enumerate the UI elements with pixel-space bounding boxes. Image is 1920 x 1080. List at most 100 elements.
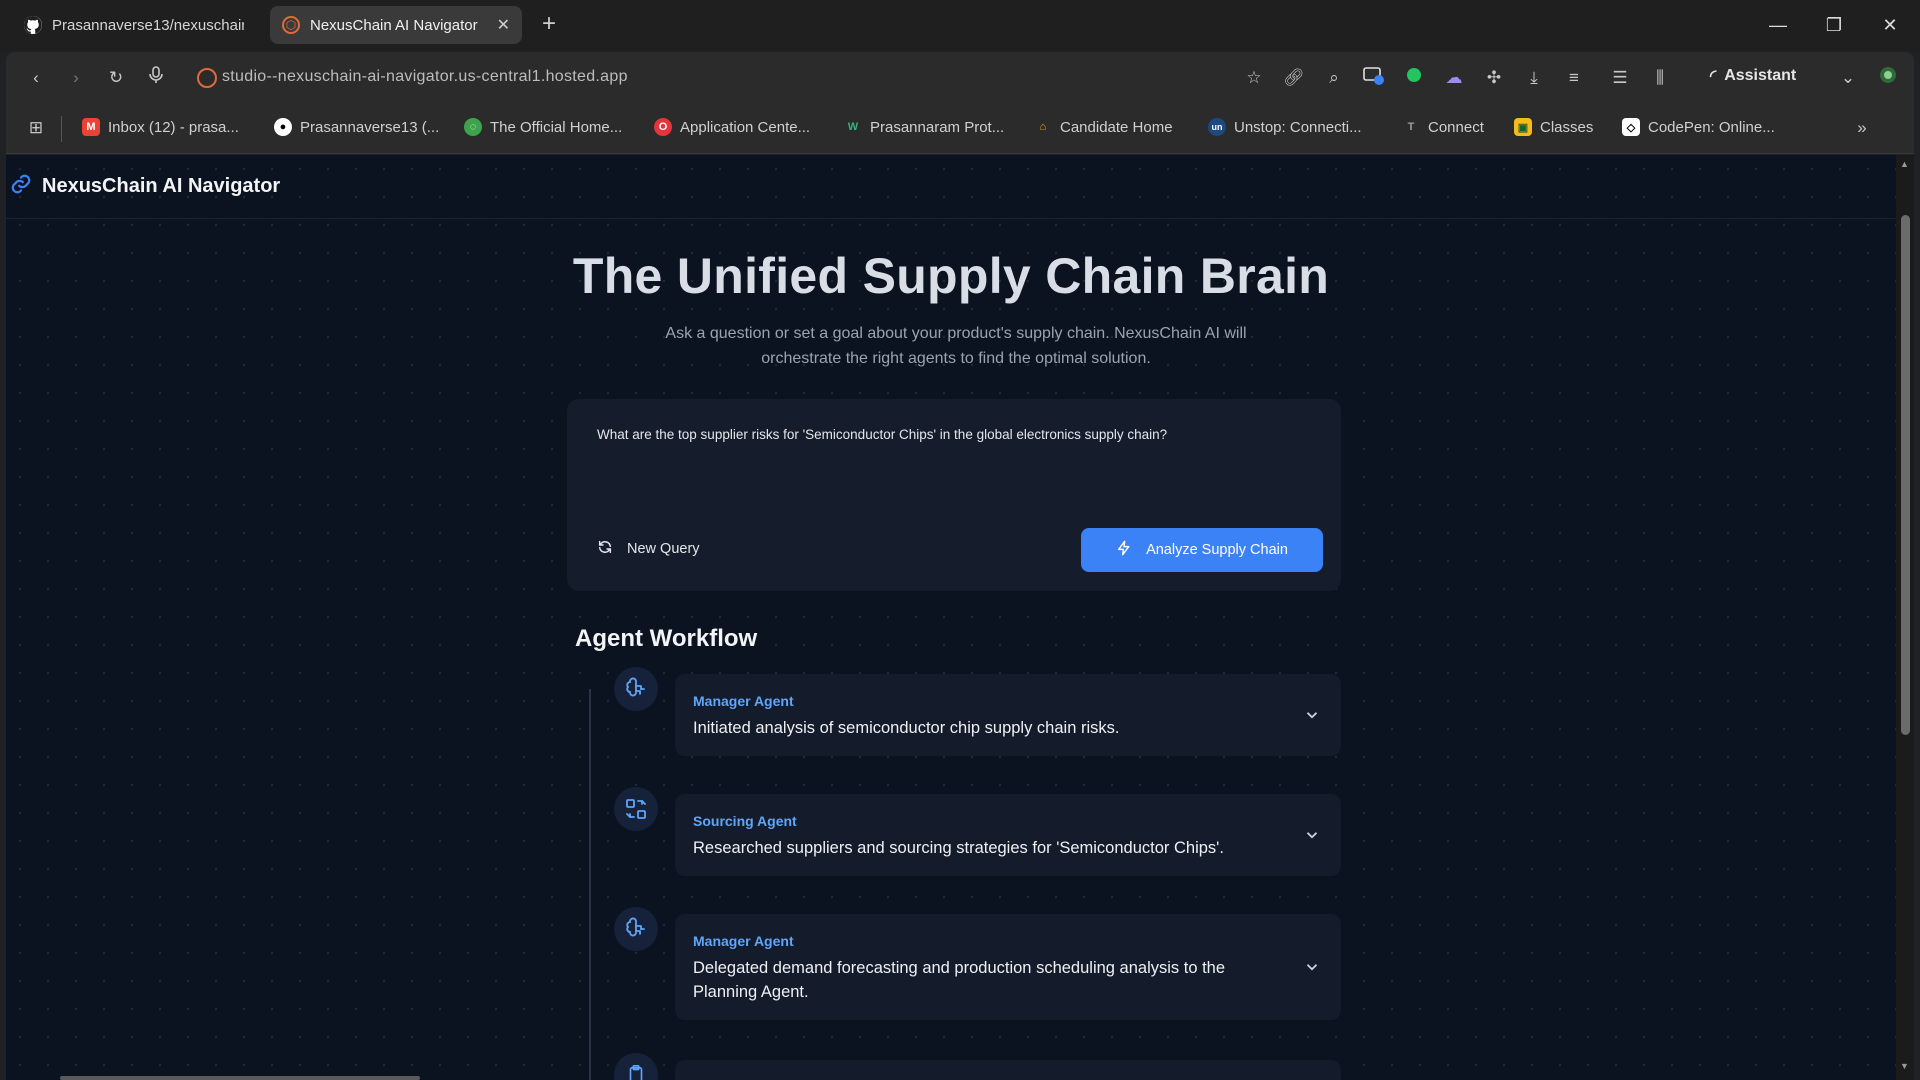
scroll-up-icon[interactable]: ▲ — [1900, 159, 1909, 169]
brain-icon — [614, 667, 658, 711]
microphone-icon[interactable] — [144, 66, 168, 90]
analyze-label: Analyze Supply Chain — [1146, 542, 1288, 558]
bookmark-gmail[interactable]: M Inbox (12) - prasa... — [82, 118, 239, 136]
clipboard-icon — [614, 1053, 658, 1080]
status-dot-icon[interactable] — [1402, 66, 1426, 90]
profile-avatar[interactable] — [1876, 66, 1900, 90]
scroll-down-icon[interactable]: ▼ — [1900, 1061, 1909, 1071]
candidate-icon: ⌂ — [1039, 121, 1047, 133]
tab-github[interactable]: Prasannaverse13/nexuschain — [12, 6, 256, 44]
tab-strip: Prasannaverse13/nexuschain ⬡ NexusChain … — [0, 0, 1920, 51]
github-icon: ● — [274, 118, 292, 136]
workflow-step-next[interactable] — [675, 1060, 1341, 1080]
close-tab-icon[interactable]: ✕ — [497, 15, 510, 35]
unstop-icon: un — [1208, 118, 1226, 136]
bookmark-candidate-home[interactable]: ⌂ Candidate Home — [1034, 118, 1173, 136]
audio-wave-icon[interactable]: ⫼ — [1648, 66, 1672, 90]
tab-title: Prasannaverse13/nexuschain — [52, 16, 244, 34]
app-brand[interactable]: NexusChain AI Navigator — [42, 175, 280, 198]
hero-title: The Unified Supply Chain Brain — [572, 248, 1330, 304]
connect-icon: T — [1407, 121, 1415, 133]
reload-icon[interactable]: ↻ — [104, 66, 128, 90]
opera-icon: O — [654, 118, 672, 136]
scrollbar-thumb[interactable] — [1901, 215, 1910, 735]
workflow-title: Agent Workflow — [575, 625, 758, 652]
bookmark-application-center[interactable]: O Application Cente... — [654, 118, 810, 136]
reading-list-icon[interactable]: ≡ — [1562, 66, 1586, 90]
bookmark-classes[interactable]: ▣ Classes — [1514, 118, 1593, 136]
page-content: NexusChain AI Navigator The Unified Supp… — [6, 155, 1896, 1080]
globe-icon: ◌ — [464, 118, 482, 136]
bookmark-label: Inbox (12) - prasa... — [108, 118, 239, 136]
bookmark-label: The Official Home... — [490, 118, 623, 136]
screenshot-icon[interactable]: ⌕ — [1322, 66, 1346, 90]
chevron-down-icon[interactable] — [1303, 826, 1321, 844]
tab-title: NexusChain AI Navigator — [310, 16, 478, 34]
webflow-icon: W — [847, 121, 859, 133]
bookmarks-bar: ⊞ M Inbox (12) - prasa... ● Prasannavers… — [6, 104, 1914, 154]
github-icon — [24, 16, 42, 34]
link-logo-icon — [10, 173, 32, 200]
workflow-step-manager-2[interactable]: Manager Agent Delegated demand forecasti… — [675, 914, 1341, 1020]
chevron-down-icon[interactable] — [1303, 958, 1321, 976]
new-query-button[interactable]: New Query — [597, 539, 700, 559]
bookmark-label: CodePen: Online... — [1648, 118, 1775, 136]
menu-icon[interactable]: ☰ — [1608, 66, 1632, 90]
restore-button[interactable]: ❐ — [1812, 10, 1856, 40]
step-description: Delegated demand forecasting and product… — [693, 959, 1226, 1001]
chevron-down-icon[interactable] — [1303, 706, 1321, 724]
step-agent-name: Manager Agent — [693, 933, 794, 949]
bookmark-label: Unstop: Connecti... — [1234, 118, 1362, 136]
vertical-scrollbar[interactable]: ▲ ▼ — [1896, 155, 1914, 1080]
workflow-step-sourcing[interactable]: Sourcing Agent Researched suppliers and … — [675, 794, 1341, 876]
extension-badge-icon[interactable] — [1362, 66, 1386, 90]
new-tab-button[interactable]: + — [536, 12, 562, 38]
workflow-timeline — [589, 689, 591, 1080]
bookmark-label: Application Cente... — [680, 118, 811, 136]
assistant-button[interactable]: ◜ Assistant — [1710, 66, 1796, 86]
classroom-icon: ▣ — [1514, 118, 1532, 136]
bookmark-official-home[interactable]: ◌ The Official Home... — [464, 118, 622, 136]
bookmark-connect[interactable]: T Connect — [1402, 118, 1484, 136]
forward-icon[interactable]: › — [64, 66, 88, 90]
apps-grid-icon[interactable]: ⊞ — [24, 116, 48, 140]
bookmark-codepen[interactable]: ◇ CodePen: Online... — [1622, 118, 1775, 136]
bookmark-label: Candidate Home — [1060, 118, 1173, 136]
more-bookmarks-icon[interactable]: » — [1850, 116, 1874, 140]
site-security-icon[interactable] — [197, 68, 217, 88]
brain-icon — [614, 907, 658, 951]
download-icon[interactable]: ⤓ — [1522, 66, 1546, 90]
assistant-icon: ◜ — [1710, 68, 1717, 85]
address-bar[interactable]: studio--nexuschain-ai-navigator.us-centr… — [222, 68, 628, 86]
cloud-extension-icon[interactable]: ☁ — [1442, 66, 1466, 90]
tab-nexuschain[interactable]: ⬡ NexusChain AI Navigator ✕ — [270, 6, 522, 44]
bookmark-unstop[interactable]: un Unstop: Connecti... — [1208, 118, 1362, 136]
back-icon[interactable]: ‹ — [24, 66, 48, 90]
horizontal-scrollbar-thumb[interactable] — [60, 1076, 420, 1080]
bookmark-label: Classes — [1540, 118, 1594, 136]
bookmark-star-icon[interactable]: ☆ — [1242, 66, 1266, 90]
step-description: Researched suppliers and sourcing strate… — [693, 839, 1224, 857]
codepen-icon: ◇ — [1622, 118, 1640, 136]
puzzle-extensions-icon[interactable]: ✣ — [1482, 66, 1506, 90]
step-agent-name: Manager Agent — [693, 693, 794, 709]
refresh-icon — [597, 539, 613, 559]
step-description: Initiated analysis of semiconductor chip… — [693, 719, 1120, 737]
close-window-button[interactable]: ✕ — [1868, 10, 1912, 40]
hero-subtitle: Ask a question or set a goal about your … — [665, 325, 1247, 367]
query-input[interactable]: What are the top supplier risks for 'Sem… — [597, 427, 1167, 442]
app-header: NexusChain AI Navigator — [6, 155, 1896, 219]
gmail-icon: M — [82, 118, 100, 136]
bookmarks-divider — [61, 116, 62, 142]
bookmark-github[interactable]: ● Prasannaverse13 (... — [274, 118, 439, 136]
workflow-step-manager-1[interactable]: Manager Agent Initiated analysis of semi… — [675, 674, 1341, 756]
bookmark-portfolio[interactable]: W Prasannaram Prot... — [844, 118, 1004, 136]
link-icon[interactable]: 🔗︎ — [1282, 66, 1306, 90]
step-agent-name: Sourcing Agent — [693, 813, 797, 829]
analyze-supply-chain-button[interactable]: Analyze Supply Chain — [1081, 528, 1323, 572]
new-query-label: New Query — [627, 541, 700, 557]
minimize-button[interactable]: — — [1756, 10, 1800, 40]
assistant-label: Assistant — [1724, 67, 1797, 84]
lightning-icon — [1116, 539, 1132, 561]
chevron-down-icon[interactable]: ⌄ — [1836, 66, 1860, 90]
